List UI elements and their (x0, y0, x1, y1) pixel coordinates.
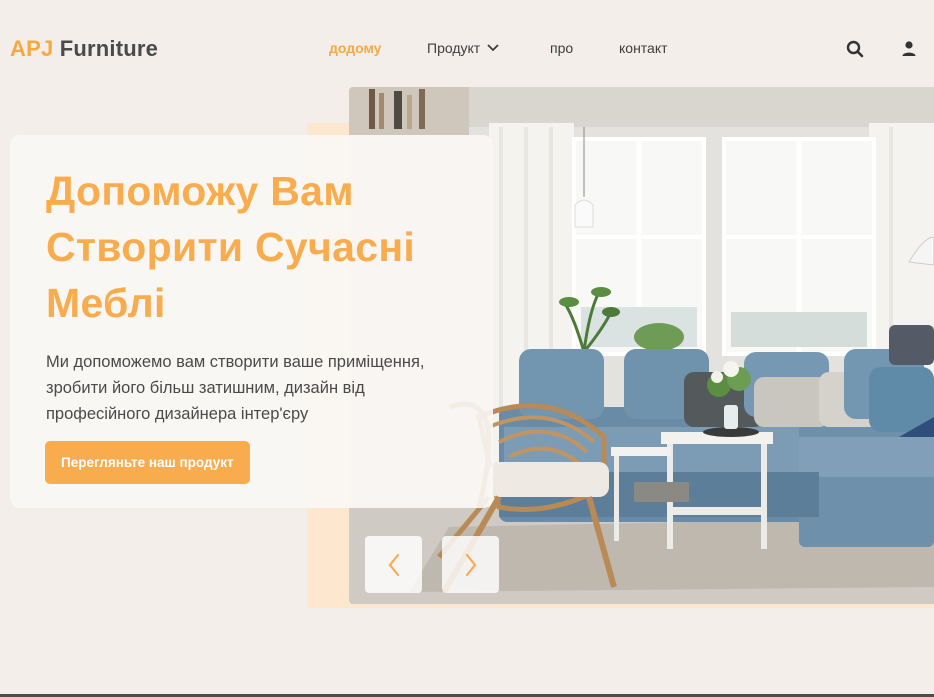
main-nav: додому Продукт про контакт (0, 40, 934, 60)
nav-item-contact[interactable]: контакт (619, 40, 668, 56)
chevron-down-icon (487, 44, 499, 52)
hero-card: Допоможу Вам Створити Сучасні Меблі Ми д… (10, 135, 493, 508)
nav-item-home[interactable]: додому (329, 40, 381, 56)
view-products-button[interactable]: Перегляньте наш продукт (45, 441, 250, 484)
nav-item-product[interactable]: Продукт (427, 40, 500, 56)
slider-prev-button[interactable] (365, 536, 422, 593)
search-button[interactable] (845, 39, 865, 59)
nav-item-about[interactable]: про (550, 40, 573, 56)
nav-home-label: додому (329, 40, 382, 56)
hero-title: Допоможу Вам Створити Сучасні Меблі (46, 168, 416, 326)
nav-contact-label: контакт (619, 40, 668, 56)
user-button[interactable] (899, 39, 919, 59)
search-icon (846, 40, 864, 58)
hero-description: Ми допоможемо вам створити ваше приміщен… (46, 353, 425, 423)
nav-product-label: Продукт (427, 40, 481, 56)
slider-next-button[interactable] (442, 536, 499, 593)
chevron-left-icon (388, 553, 399, 576)
user-icon (902, 41, 916, 56)
chevron-right-icon (465, 553, 476, 576)
nav-about-label: про (550, 40, 574, 56)
page: APJ Furniture додому Продукт про контакт (0, 0, 934, 697)
